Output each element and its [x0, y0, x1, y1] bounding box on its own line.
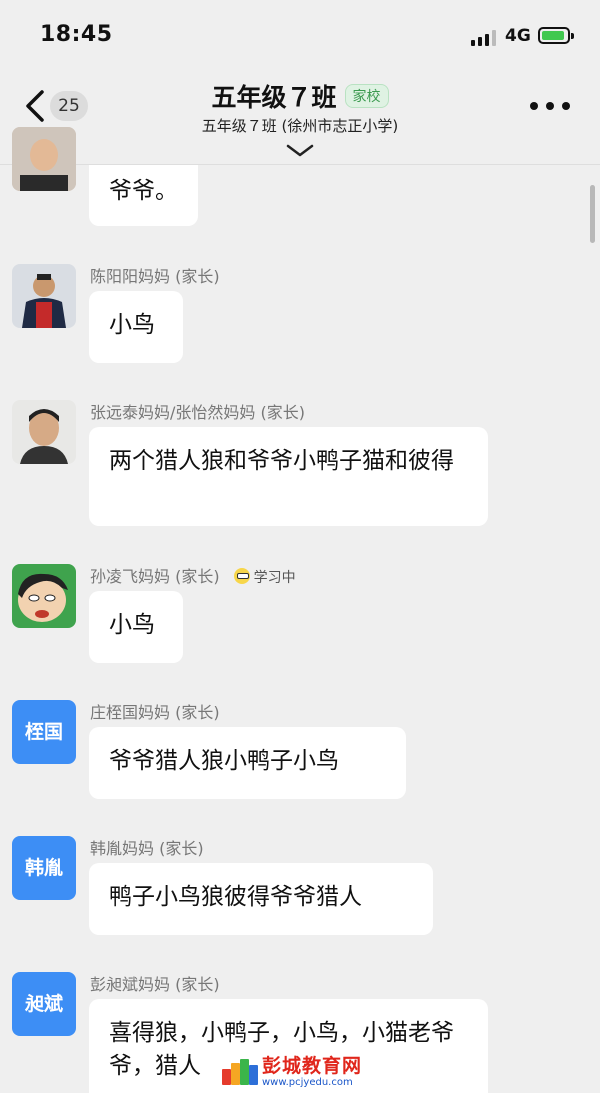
signal-icon [471, 30, 497, 46]
scrollbar[interactable] [590, 185, 595, 243]
sender-name: 张远泰妈妈/张怡然妈妈 (家长) [90, 403, 305, 422]
sender-name: 孙凌飞妈妈 (家长) 学习中 [90, 563, 296, 587]
chat-subtitle: 五年级７班 (徐州市志正小学) [201, 117, 399, 135]
message-bubble[interactable]: 小鸟 [89, 591, 183, 663]
sender-name: 彭昶斌妈妈 (家长) [90, 975, 220, 994]
watermark-url: www.pcjyedu.com [262, 1077, 353, 1088]
message-bubble[interactable]: 鸭子小鸟狼彼得爷爷猎人 [89, 863, 433, 935]
chevron-down-icon[interactable] [286, 144, 314, 158]
study-status: 学习中 [233, 568, 296, 586]
site-watermark: 彭城教育网 www.pcjyedu.com [222, 1052, 362, 1092]
avatar[interactable]: 昶斌 [12, 972, 76, 1036]
avatar[interactable]: 桎国 [12, 700, 76, 764]
avatar[interactable]: 韩胤 [12, 836, 76, 900]
more-options-icon[interactable] [530, 102, 570, 112]
group-type-tag: 家校 [344, 84, 389, 108]
message-bubble[interactable]: 爷爷。 [89, 165, 198, 226]
chat-title-area[interactable]: 五年级７班 家校 [0, 78, 600, 114]
sender-name: 陈阳阳妈妈 (家长) [90, 267, 220, 286]
sender-name: 韩胤妈妈 (家长) [90, 839, 204, 858]
avatar[interactable] [12, 564, 76, 628]
book-logo-icon [222, 1057, 258, 1087]
study-emoji-icon [233, 568, 250, 584]
message-bubble[interactable]: 两个猎人狼和爷爷小鸭子猫和彼得 [89, 427, 488, 526]
status-bar: 18:45 4G [0, 0, 600, 70]
sender-name-text: 孙凌飞妈妈 (家长) [90, 567, 220, 586]
sender-name: 庄桎国妈妈 (家长) [90, 703, 220, 722]
message-bubble[interactable]: 爷爷猎人狼小鸭子小鸟 [89, 727, 406, 799]
battery-icon [538, 27, 574, 44]
chat-title: 五年级７班 [211, 83, 337, 112]
chat-header: 25 五年级７班 家校 五年级７班 (徐州市志正小学) [0, 70, 600, 165]
network-type: 4G [505, 26, 531, 46]
study-status-text: 学习中 [253, 570, 296, 586]
status-time: 18:45 [40, 22, 113, 47]
message-bubble[interactable]: 小鸟 [89, 291, 183, 363]
watermark-name: 彭城教育网 [262, 1055, 363, 1077]
avatar[interactable] [12, 127, 76, 191]
avatar[interactable] [12, 264, 76, 328]
avatar[interactable] [12, 400, 76, 464]
